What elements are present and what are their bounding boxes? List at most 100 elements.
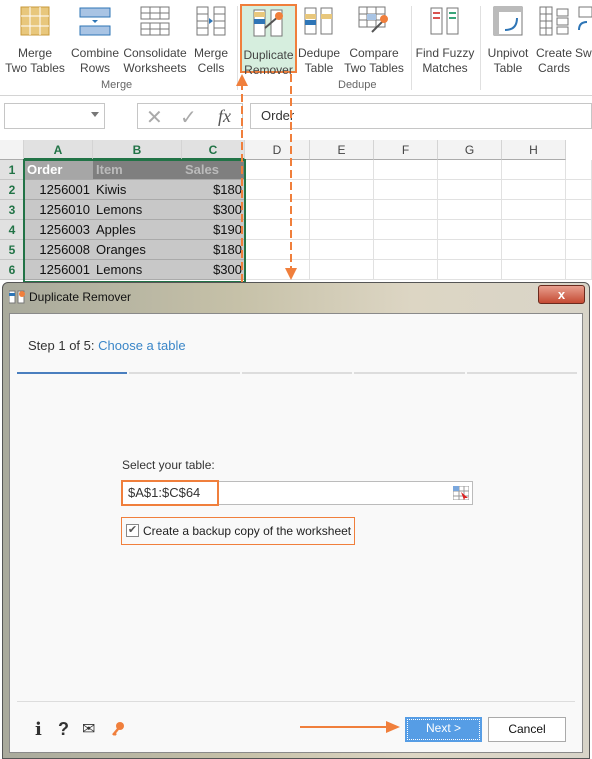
close-button[interactable]: x bbox=[538, 285, 585, 304]
confirm-icon[interactable]: ✓ bbox=[180, 105, 197, 130]
swap-button[interactable]: Sw bbox=[575, 4, 592, 74]
formula-input[interactable]: Order bbox=[250, 103, 592, 129]
cancel-button[interactable]: Cancel bbox=[488, 717, 566, 742]
cell[interactable] bbox=[502, 240, 566, 260]
column-header-h[interactable]: H bbox=[502, 140, 566, 160]
ribbon: Merge Two Tables Combine Rows Consolidate W… bbox=[0, 0, 592, 96]
duplicate-remover-dialog: Duplicate Remover x Step 1 of 5: Choose … bbox=[2, 282, 590, 759]
label: Find Fuzzy bbox=[415, 46, 475, 60]
label: Two Tables bbox=[344, 61, 404, 75]
compare-two-tables-button[interactable]: Compare Two Tables bbox=[342, 4, 406, 75]
step-segment-3 bbox=[241, 372, 353, 374]
range-select-icon[interactable] bbox=[452, 485, 470, 503]
label: Table bbox=[493, 61, 523, 75]
consolidate-worksheets-button[interactable]: Consolidate Worksheets bbox=[122, 4, 188, 75]
cell[interactable] bbox=[566, 220, 592, 240]
unpivot-table-button[interactable]: Unpivot Table bbox=[484, 4, 532, 75]
column-header-c[interactable]: C bbox=[182, 140, 245, 160]
column-header-b[interactable]: B bbox=[93, 140, 182, 160]
cell[interactable] bbox=[245, 260, 310, 280]
cell[interactable] bbox=[438, 200, 502, 220]
cell[interactable] bbox=[245, 180, 310, 200]
dedupe-table-button[interactable]: Dedupe Table bbox=[298, 4, 340, 75]
select-table-label: Select your table: bbox=[122, 458, 215, 472]
row-header-3[interactable]: 3 bbox=[0, 200, 24, 220]
mail-icon[interactable]: ✉ bbox=[82, 719, 95, 739]
column-header-a[interactable]: A bbox=[24, 140, 93, 160]
duplicate-remover-button[interactable]: Duplicate Remover bbox=[240, 4, 297, 77]
cell[interactable] bbox=[245, 160, 310, 180]
insert-function-icon[interactable]: fx bbox=[218, 106, 231, 127]
dialog-body: Step 1 of 5: Choose a table Select your … bbox=[9, 313, 583, 753]
cell[interactable] bbox=[310, 180, 374, 200]
cell[interactable] bbox=[566, 180, 592, 200]
cell[interactable] bbox=[310, 240, 374, 260]
next-button[interactable]: Next > bbox=[405, 717, 482, 742]
step-segment-2 bbox=[129, 372, 240, 374]
row-header-5[interactable]: 5 bbox=[0, 240, 24, 260]
label: Combine bbox=[70, 46, 120, 60]
separator bbox=[411, 6, 412, 90]
cell[interactable] bbox=[502, 160, 566, 180]
cell[interactable] bbox=[438, 180, 502, 200]
cell[interactable] bbox=[374, 200, 438, 220]
create-cards-button[interactable]: Create Cards bbox=[533, 4, 575, 75]
cell[interactable] bbox=[374, 260, 438, 280]
cell[interactable] bbox=[438, 220, 502, 240]
cell[interactable] bbox=[245, 200, 310, 220]
cell[interactable] bbox=[374, 160, 438, 180]
dedupe-table-icon bbox=[298, 4, 340, 38]
cell[interactable] bbox=[502, 220, 566, 240]
cell[interactable] bbox=[310, 220, 374, 240]
column-header-e[interactable]: E bbox=[310, 140, 374, 160]
cell[interactable] bbox=[310, 160, 374, 180]
label: Rows bbox=[79, 61, 110, 75]
find-fuzzy-matches-icon bbox=[414, 4, 476, 38]
cell[interactable] bbox=[438, 240, 502, 260]
find-fuzzy-matches-button[interactable]: Find Fuzzy Matches bbox=[414, 4, 476, 75]
separator bbox=[237, 6, 238, 90]
cell[interactable] bbox=[566, 160, 592, 180]
merge-two-tables-button[interactable]: Merge Two Tables bbox=[3, 4, 67, 75]
backup-checkbox[interactable]: ✔ bbox=[126, 524, 139, 537]
select-all-corner[interactable] bbox=[0, 140, 24, 160]
column-header-f[interactable]: F bbox=[374, 140, 438, 160]
row-header-4[interactable]: 4 bbox=[0, 220, 24, 240]
help-icon[interactable]: ? bbox=[58, 719, 69, 740]
cell[interactable] bbox=[374, 240, 438, 260]
cell[interactable] bbox=[245, 240, 310, 260]
column-header-g[interactable]: G bbox=[438, 140, 502, 160]
combine-rows-button[interactable]: Combine Rows bbox=[68, 4, 122, 75]
column-header-d[interactable]: D bbox=[245, 140, 310, 160]
step-name: Choose a table bbox=[98, 338, 186, 353]
cell[interactable] bbox=[566, 200, 592, 220]
merge-cells-button[interactable]: Merge Cells bbox=[190, 4, 232, 75]
row-header-1[interactable]: 1 bbox=[0, 160, 24, 180]
worksheet-grid: A B C D E F G H 1 Order Item Sales 2 1256001 Kiwis $180… bbox=[0, 140, 592, 283]
row-header-2[interactable]: 2 bbox=[0, 180, 24, 200]
table-range-input[interactable]: $A$1:$C$64 bbox=[121, 480, 473, 506]
info-icon[interactable]: i bbox=[35, 719, 42, 740]
check-icon: ✔ bbox=[127, 524, 138, 536]
cell[interactable] bbox=[438, 260, 502, 280]
cell[interactable] bbox=[438, 160, 502, 180]
key-icon[interactable] bbox=[111, 721, 125, 740]
row-header-6[interactable]: 6 bbox=[0, 260, 24, 280]
backup-checkbox-row[interactable]: ✔ Create a backup copy of the worksheet bbox=[121, 517, 355, 545]
cell[interactable] bbox=[374, 220, 438, 240]
cancel-icon[interactable]: ✕ bbox=[146, 105, 163, 130]
cell[interactable] bbox=[502, 260, 566, 280]
label: Cards bbox=[537, 61, 570, 75]
cell[interactable] bbox=[310, 260, 374, 280]
name-box[interactable] bbox=[4, 103, 105, 129]
step-heading: Step 1 of 5: Choose a table bbox=[28, 338, 186, 353]
cell[interactable] bbox=[245, 220, 310, 240]
cell[interactable] bbox=[566, 260, 592, 280]
label: Consolidate bbox=[123, 46, 187, 60]
cell[interactable] bbox=[566, 240, 592, 260]
cell[interactable] bbox=[502, 200, 566, 220]
cell[interactable] bbox=[502, 180, 566, 200]
cell[interactable] bbox=[374, 180, 438, 200]
cell[interactable] bbox=[310, 200, 374, 220]
dialog-title: Duplicate Remover bbox=[29, 290, 132, 304]
